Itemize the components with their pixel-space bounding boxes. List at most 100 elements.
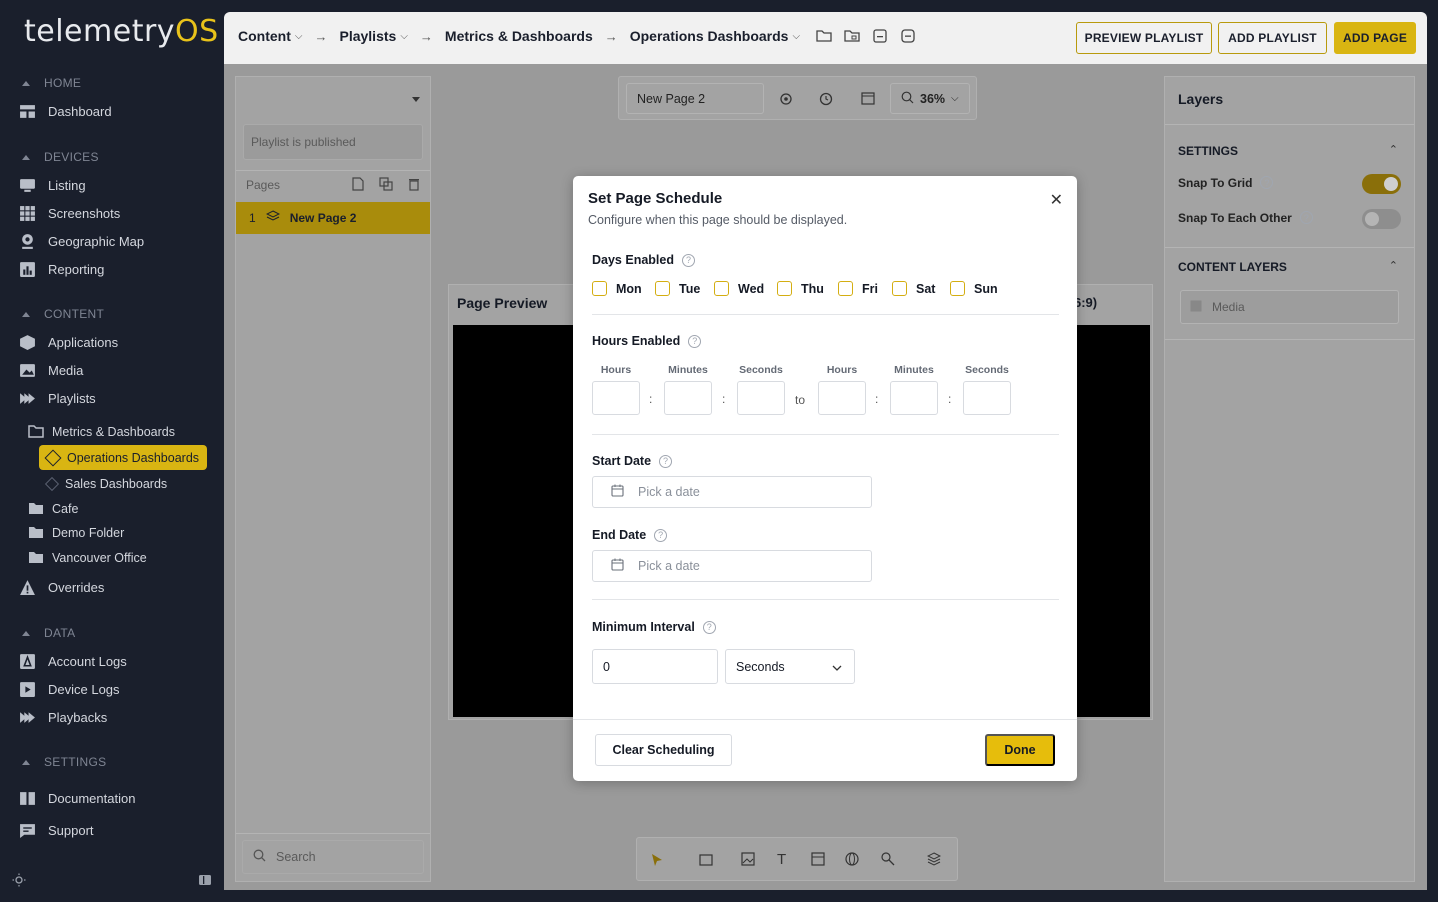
- crumb-content[interactable]: Content: [238, 28, 291, 44]
- day-checkbox-sat[interactable]: Sat: [892, 281, 935, 296]
- folder-move-icon[interactable]: [816, 28, 832, 44]
- minus-square-icon[interactable]: [900, 28, 916, 44]
- preview-playlist-button[interactable]: PREVIEW PLAYLIST: [1076, 22, 1212, 54]
- start-hours-input[interactable]: [592, 381, 640, 415]
- tree-operations-dashboards[interactable]: Operations Dashboards: [39, 445, 207, 470]
- tree-sales-dashboards[interactable]: Sales Dashboards: [44, 473, 167, 495]
- globe-icon[interactable]: [845, 852, 859, 871]
- add-playlist-button[interactable]: ADD PLAYLIST: [1218, 22, 1327, 54]
- start-minutes-input[interactable]: [664, 381, 712, 415]
- nav-playlists[interactable]: Playlists: [19, 387, 96, 409]
- crumb-playlists[interactable]: Playlists: [339, 28, 396, 44]
- section-home[interactable]: HOME: [22, 76, 81, 90]
- settings-section-label[interactable]: SETTINGS: [1178, 144, 1238, 158]
- nav-screenshots[interactable]: Screenshots: [19, 202, 120, 224]
- nav-playbacks[interactable]: Playbacks: [19, 706, 107, 728]
- tree-metrics-dashboards[interactable]: Metrics & Dashboards: [28, 421, 175, 443]
- add-page-button[interactable]: ADD PAGE: [1334, 22, 1416, 54]
- grid-icon: [19, 205, 36, 222]
- layer-media-item[interactable]: Media: [1180, 290, 1399, 324]
- caret-up-icon: [22, 630, 30, 636]
- top-bar: Content ⌵ → Playlists ⌵ → Metrics & Dashbo…: [224, 12, 1427, 64]
- nav-geographic-map[interactable]: Geographic Map: [19, 230, 144, 252]
- nav-support[interactable]: Support: [19, 819, 94, 841]
- nav-account-logs[interactable]: Account Logs: [19, 650, 127, 672]
- clear-scheduling-button[interactable]: Clear Scheduling: [595, 734, 732, 766]
- aspect-ratio-select[interactable]: 6:9): [1074, 295, 1097, 310]
- day-checkbox-sun[interactable]: Sun: [950, 281, 998, 296]
- nav-dashboard[interactable]: Dashboard: [19, 100, 112, 122]
- trash-icon[interactable]: [407, 177, 421, 196]
- crumb-operations[interactable]: Operations Dashboards: [630, 28, 789, 44]
- add-page-icon[interactable]: [351, 177, 365, 196]
- day-checkbox-wed[interactable]: Wed: [714, 281, 764, 296]
- nav-applications[interactable]: Applications: [19, 331, 118, 353]
- crumb-metrics[interactable]: Metrics & Dashboards: [445, 28, 593, 44]
- day-checkbox-mon[interactable]: Mon: [592, 281, 642, 296]
- section-devices[interactable]: DEVICES: [22, 150, 99, 164]
- pointer-icon[interactable]: [651, 853, 663, 872]
- device-log-icon: [19, 681, 36, 698]
- schedule-clock-icon[interactable]: [819, 91, 835, 112]
- interval-value-input[interactable]: 0: [592, 649, 718, 684]
- logo[interactable]: telemetryOS: [24, 14, 219, 49]
- snap-each-toggle[interactable]: [1362, 209, 1401, 229]
- tree-demo-folder[interactable]: Demo Folder: [28, 522, 124, 544]
- widget-icon[interactable]: [811, 852, 825, 871]
- help-icon[interactable]: ?: [681, 253, 695, 267]
- end-seconds-input[interactable]: [963, 381, 1011, 415]
- folder-copy-icon[interactable]: [844, 28, 860, 44]
- nav-overrides[interactable]: Overrides: [19, 576, 104, 598]
- chevron-down-icon[interactable]: ⌵: [295, 31, 303, 42]
- app-icon[interactable]: [881, 852, 895, 871]
- chevron-up-icon[interactable]: ⌃: [1389, 259, 1398, 272]
- day-checkbox-tue[interactable]: Tue: [655, 281, 700, 296]
- day-checkbox-thu[interactable]: Thu: [777, 281, 824, 296]
- layers-icon[interactable]: [926, 852, 942, 871]
- chevron-up-icon[interactable]: ⌃: [1389, 143, 1398, 156]
- nav-media[interactable]: Media: [19, 359, 83, 381]
- tree-cafe[interactable]: Cafe: [28, 498, 78, 520]
- collapse-sidebar-icon[interactable]: [198, 873, 212, 892]
- duplicate-icon[interactable]: [379, 177, 393, 196]
- section-content[interactable]: CONTENT: [22, 307, 104, 321]
- page-row-selected[interactable]: 1 New Page 2: [236, 202, 430, 234]
- end-minutes-input[interactable]: [890, 381, 938, 415]
- tree-vancouver-office[interactable]: Vancouver Office: [28, 547, 147, 569]
- nav-device-logs[interactable]: Device Logs: [19, 678, 120, 700]
- day-checkbox-fri[interactable]: Fri: [838, 281, 878, 296]
- content-layers-label[interactable]: CONTENT LAYERS: [1178, 260, 1287, 274]
- image-icon[interactable]: [741, 852, 755, 871]
- help-icon[interactable]: ?: [654, 528, 668, 542]
- help-icon[interactable]: ?: [659, 454, 673, 468]
- nav-listing[interactable]: Listing: [19, 174, 86, 196]
- nav-reporting[interactable]: Reporting: [19, 258, 104, 280]
- help-icon[interactable]: ?: [688, 334, 702, 348]
- end-date-label: End Date?: [592, 528, 668, 542]
- done-button[interactable]: Done: [985, 734, 1055, 766]
- start-date-picker[interactable]: Pick a date: [592, 476, 872, 508]
- settings-gear-icon[interactable]: [779, 91, 795, 112]
- snap-grid-toggle[interactable]: [1362, 174, 1401, 194]
- chevron-down-icon[interactable]: [412, 97, 420, 102]
- nav-documentation[interactable]: Documentation: [19, 787, 135, 809]
- end-hours-input[interactable]: [818, 381, 866, 415]
- chat-icon: [19, 822, 36, 839]
- chevron-down-icon[interactable]: ⌵: [792, 31, 800, 42]
- page-search-input[interactable]: Search: [242, 840, 424, 874]
- help-icon[interactable]: ?: [702, 620, 716, 634]
- save-icon[interactable]: [872, 28, 888, 44]
- zoom-control[interactable]: 36% ⌵: [890, 83, 970, 114]
- chevron-down-icon[interactable]: ⌵: [400, 31, 408, 42]
- start-seconds-input[interactable]: [737, 381, 785, 415]
- text-icon[interactable]: T: [777, 851, 786, 868]
- page-name-input[interactable]: New Page 2: [626, 83, 764, 114]
- theme-sun-icon[interactable]: [12, 873, 26, 892]
- interval-unit-select[interactable]: Seconds: [725, 649, 855, 684]
- rectangle-icon[interactable]: [699, 853, 713, 871]
- close-icon[interactable]: ✕: [1050, 190, 1063, 210]
- section-data[interactable]: DATA: [22, 626, 75, 640]
- end-date-picker[interactable]: Pick a date: [592, 550, 872, 582]
- calendar-icon[interactable]: [861, 91, 875, 110]
- section-settings[interactable]: SETTINGS: [22, 755, 106, 769]
